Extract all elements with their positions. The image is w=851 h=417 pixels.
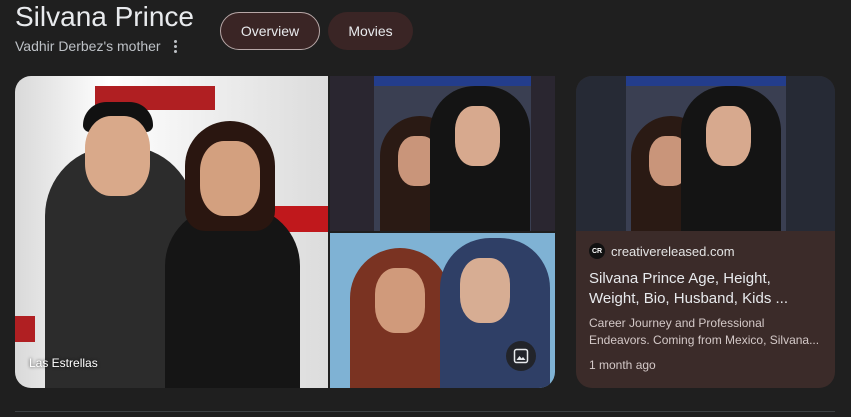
source-domain: creativereleased.com [611,243,735,259]
entity-subtitle: Vadhir Derbez's mother [15,38,161,54]
result-timestamp: 1 month ago [589,358,656,372]
knowledge-panel: Silvana Prince Vadhir Derbez's mother Ov… [0,0,851,417]
image-main[interactable]: Las Estrellas [15,76,328,388]
image-top-right[interactable] [330,76,555,231]
divider [15,411,835,412]
person-figure [165,206,300,388]
more-vert-icon[interactable] [168,36,182,56]
site-favicon-icon: CR [589,243,605,259]
image-bottom-right[interactable] [330,233,555,388]
result-thumbnail[interactable] [576,76,835,231]
entity-title: Silvana Prince [15,1,194,32]
result-snippet: Career Journey and Professional Endeavor… [589,316,820,347]
chip-overview[interactable]: Overview [220,12,320,50]
result-source[interactable]: CR creativereleased.com [589,243,735,259]
image-caption: Las Estrellas [29,356,98,370]
chip-movies[interactable]: Movies [328,12,413,50]
result-title[interactable]: Silvana Prince Age, Height, Weight, Bio,… [589,269,819,309]
result-card[interactable]: CR creativereleased.com Silvana Prince A… [576,76,835,388]
backdrop-banner [15,316,35,342]
image-icon[interactable] [506,341,536,371]
